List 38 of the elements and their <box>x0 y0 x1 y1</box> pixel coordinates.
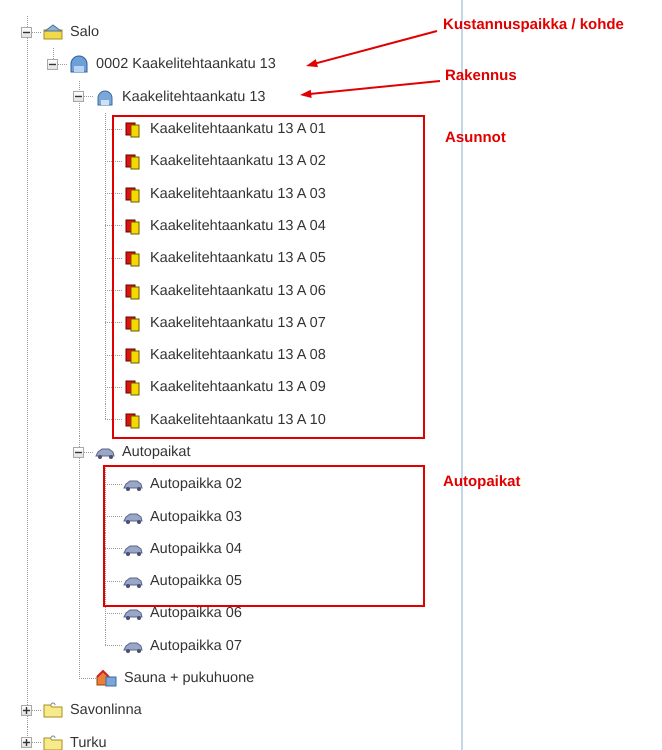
building-icon <box>68 55 90 74</box>
tree-item[interactable]: Kaakelitehtaankatu 13 A 02 <box>150 153 326 170</box>
tree-item[interactable]: Kaakelitehtaankatu 13 A 03 <box>150 186 326 202</box>
tree-item[interactable]: Kaakelitehtaankatu 13 A 05 <box>150 250 326 266</box>
tree-item[interactable]: Turku <box>70 734 107 750</box>
tree-item[interactable]: Kaakelitehtaankatu 13 A 08 <box>150 347 326 364</box>
collapse-icon[interactable] <box>21 26 32 38</box>
tree-item[interactable]: Autopaikat <box>122 444 191 460</box>
tree-item[interactable]: Autopaikka 06 <box>150 605 242 622</box>
tree-item[interactable]: Kaakelitehtaankatu 13 A 04 <box>150 218 326 234</box>
tree-item[interactable]: Kaakelitehtaankatu 13 A 07 <box>150 314 326 331</box>
expand-icon[interactable] <box>21 737 32 748</box>
house-icon <box>96 669 118 688</box>
tree-item[interactable]: Kaakelitehtaankatu 13 A 09 <box>150 379 326 396</box>
tree-item[interactable]: Kaakelitehtaankatu 13 A 06 <box>150 282 326 299</box>
tree-item[interactable]: Sauna + pukuhuone <box>124 670 254 686</box>
tree-item[interactable]: 0002 Kaakelitehtaankatu 13 <box>96 56 276 72</box>
collapse-icon[interactable] <box>73 91 84 102</box>
tree-item[interactable]: Autopaikka 05 <box>150 573 242 590</box>
tree-item[interactable]: Kaakelitehtaankatu 13 <box>122 88 266 105</box>
folder-icon <box>42 734 64 750</box>
tree-item[interactable]: Savonlinna <box>70 702 142 718</box>
tree-item[interactable]: Autopaikka 04 <box>150 540 242 557</box>
tree-item[interactable]: Autopaikka 07 <box>150 638 242 654</box>
annotation-label: Rakennus <box>445 67 517 84</box>
tree-item[interactable]: Kaakelitehtaankatu 13 A 01 <box>150 121 326 138</box>
collapse-icon[interactable] <box>73 446 84 458</box>
tree-item[interactable]: Kaakelitehtaankatu 13 A 10 <box>150 412 326 428</box>
collapse-icon[interactable] <box>47 58 58 70</box>
tree-item[interactable]: Autopaikka 02 <box>150 476 242 492</box>
folder-icon <box>42 23 64 42</box>
folder-icon <box>42 701 64 720</box>
annotation-label: Autopaikat <box>443 473 521 490</box>
tree-item[interactable]: Salo <box>70 24 100 40</box>
tree-item[interactable]: Autopaikka 03 <box>150 508 242 525</box>
annotation-label: Asunnot <box>445 129 506 146</box>
annotation-label: Kustannuspaikka / kohde <box>443 16 624 33</box>
expand-icon[interactable] <box>21 704 32 716</box>
